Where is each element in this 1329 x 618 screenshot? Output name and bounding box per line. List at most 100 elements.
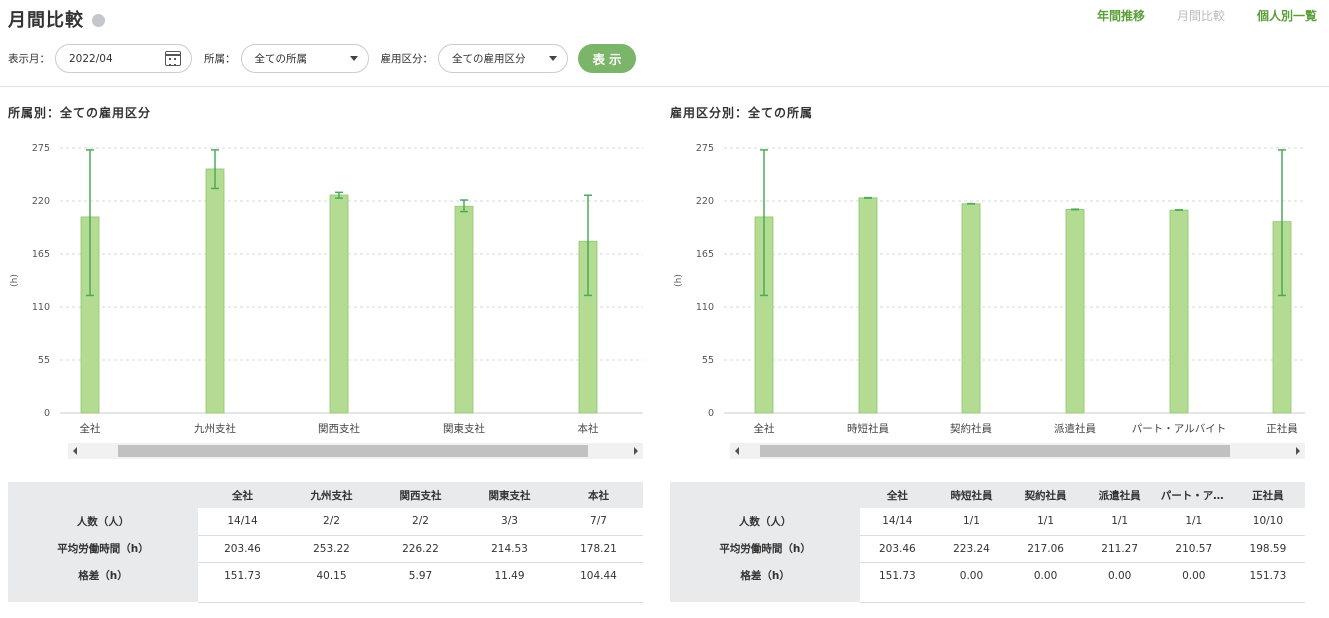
show-button[interactable]: 表示 [578,44,636,73]
column-header: パート・アルバ… [1156,482,1231,508]
month-value: 2022/04 [69,52,113,65]
x-tick-label: 派遣社員 [1054,422,1096,435]
x-tick-label: 関西支社 [318,422,360,435]
table-cell: 40.15 [287,562,376,603]
y-tick-label: 0 [44,408,50,419]
y-axis-label: (h) [10,274,20,287]
dept-chart-scrollbar[interactable] [68,443,643,459]
dept-bar-chart: (h) 0 55 110 165 220 275 全社 九州支社 関西支社 関東支社 本社 [10,143,643,435]
row-header: 格差（h） [670,562,861,602]
column-header: 本社 [554,482,643,508]
table-cell: 253.22 [287,535,376,563]
y-tick-label: 220 [696,196,714,207]
bar [1065,209,1085,414]
table-cell: 1/1 [1082,508,1157,536]
employment-chart-scrollbar[interactable] [730,443,1305,459]
bar [858,197,878,414]
table-cell: 210.57 [1156,535,1231,563]
calendar-icon[interactable] [165,51,181,66]
employment-value: 全ての雇用区分 [452,53,526,65]
bar [454,205,474,414]
employment-select[interactable]: 全ての雇用区分 [438,44,568,73]
x-tick-label: 全社 [80,422,101,435]
y-tick-label: 55 [38,355,50,366]
scroll-right-icon[interactable] [1296,447,1300,455]
dept-label: 所属： [204,53,236,65]
dept-value: 全ての所属 [254,53,308,65]
table-cell: 1/1 [934,508,1009,536]
table-row: 格差（h） 151.73 0.00 0.00 0.00 0.00 151.73 [670,562,1305,603]
x-tick-label: 全社 [754,422,775,435]
y-tick-label: 55 [702,355,714,366]
row-header: 平均労働時間（h） [670,535,861,562]
table-cell: 223.24 [934,535,1009,563]
table-cell: 1/1 [1008,508,1083,536]
table-cell: 198.59 [1230,535,1305,563]
month-date-field[interactable]: 2022/04 [55,44,192,73]
employment-label: 雇用区分： [380,53,434,65]
employment-summary-table: 全社時短社員契約社員派遣社員パート・アルバ…正社員人数（人）14/141/11/… [670,482,1305,603]
y-tick-label: 220 [32,196,50,207]
chevron-down-icon [549,56,557,61]
dept-chart-title: 所属別：全ての雇用区分 [8,106,152,120]
bar [205,168,225,414]
table-corner [8,482,198,508]
table-cell: 203.46 [860,535,935,563]
y-tick-label: 110 [696,302,714,313]
column-header: 正社員 [1230,482,1305,508]
column-header: 関東支社 [465,482,554,508]
table-cell: 2/2 [287,508,376,536]
column-header: 契約社員 [1008,482,1083,508]
scroll-thumb[interactable] [760,445,1230,457]
x-tick-label: 正社員 [1266,422,1298,435]
y-tick-label: 275 [696,143,714,154]
table-cell: 5.97 [376,562,465,603]
table-cell: 7/7 [554,508,643,536]
employment-chart-title: 雇用区分別：全ての所属 [670,106,814,120]
view-nav: 年間推移 月間比較 個人別一覧 [1065,7,1317,24]
table-cell: 0.00 [1008,562,1083,603]
table-cell: 14/14 [198,508,287,536]
y-tick-label: 165 [696,249,714,260]
table-cell: 211.27 [1082,535,1157,563]
scroll-thumb[interactable] [118,445,588,457]
scroll-left-icon[interactable] [73,447,77,455]
row-header: 平均労働時間（h） [8,535,198,562]
table-corner [670,482,861,508]
header-divider [0,86,1329,87]
table-cell: 217.06 [1008,535,1083,563]
bar [1169,209,1189,414]
y-tick-label: 165 [32,249,50,260]
employment-bar-chart: (h) 0 55 110 165 220 275 全社 時短社員 契約社員 派遣社員 パート・アルバイ… [674,143,1305,435]
y-tick-label: 275 [32,143,50,154]
table-cell: 151.73 [1230,562,1305,603]
nav-monthly-compare[interactable]: 月間比較 [1177,7,1225,24]
column-header: 全社 [198,482,287,508]
nav-individual-list[interactable]: 個人別一覧 [1257,7,1317,24]
column-header: 派遣社員 [1082,482,1157,508]
x-tick-label: 契約社員 [950,422,992,435]
column-header: 全社 [860,482,935,508]
table-cell: 151.73 [198,562,287,603]
table-cell: 1/1 [1156,508,1231,536]
help-icon[interactable] [92,13,105,27]
table-cell: 14/14 [860,508,935,536]
table-cell: 0.00 [1156,562,1231,603]
x-tick-label: 九州支社 [194,422,236,435]
scroll-right-icon[interactable] [634,447,638,455]
x-tick-label: 関東支社 [443,422,485,435]
page-title: 月間比較 [8,10,84,31]
dept-select[interactable]: 全ての所属 [240,44,369,73]
nav-annual-trend[interactable]: 年間推移 [1097,7,1145,24]
column-header: 関西支社 [376,482,465,508]
table-cell: 104.44 [554,562,643,603]
table-row: 人数（人） 14/14 1/1 1/1 1/1 1/1 10/10 [670,508,1305,536]
column-header: 時短社員 [934,482,1009,508]
month-label: 表示月： [8,53,50,65]
column-header: 九州支社 [287,482,376,508]
y-tick-label: 110 [32,302,50,313]
table-cell: 151.73 [860,562,935,603]
dept-summary-table: 全社 九州支社 関西支社 関東支社 本社 人数（人） 14/14 2/2 2/2 3/3 7/7 平均… [8,482,643,603]
table-cell: 203.46 [198,535,287,563]
scroll-left-icon[interactable] [735,447,739,455]
